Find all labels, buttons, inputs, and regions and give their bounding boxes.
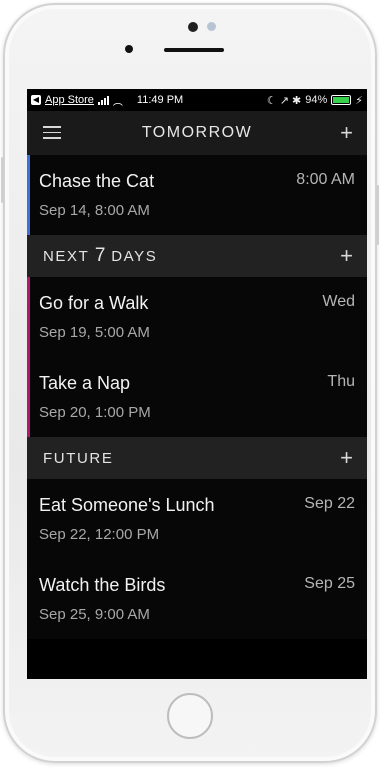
add-future-button[interactable]: + [340, 447, 353, 469]
back-arrow-icon: ◀ [31, 95, 41, 105]
status-time: 11:49 PM [136, 94, 184, 106]
page-title: TOMORROW [141, 124, 253, 141]
list-item[interactable]: Eat Someone's Lunch Sep 22, 12:00 PM Sep… [27, 479, 367, 559]
item-date: Sep 22, 12:00 PM [39, 526, 160, 543]
section-header-next-7-days: NEXT 7 DAYS + [27, 235, 367, 277]
app-screen: ◀ App Store ︵ 11:49 PM ☾ ↗ ✱ 94% ⚡ TOMOR… [27, 89, 367, 679]
list-item[interactable]: Take a Nap Sep 20, 1:00 PM Thu [27, 357, 367, 437]
status-left[interactable]: ◀ App Store ︵ [31, 93, 123, 108]
volume-button [1, 157, 4, 203]
list-item[interactable]: Watch the Birds Sep 25, 9:00 AM Sep 25 [27, 559, 367, 639]
item-day: Thu [327, 373, 355, 390]
header-bar: TOMORROW + [27, 111, 367, 155]
back-to-app-link[interactable]: App Store [45, 94, 94, 106]
home-button[interactable] [167, 693, 213, 739]
sensor-dot [188, 22, 198, 32]
list-item[interactable]: Go for a Walk Sep 19, 5:00 AM Wed [27, 277, 367, 357]
status-bar: ◀ App Store ︵ 11:49 PM ☾ ↗ ✱ 94% ⚡ [27, 89, 367, 111]
add-next-7-days-button[interactable]: + [340, 245, 353, 267]
signal-icon [97, 95, 109, 105]
battery-percent: 94% [305, 94, 328, 106]
status-right: ☾ ↗ ✱ 94% ⚡ [267, 94, 363, 107]
item-date: Sep 25, 9:00 AM [39, 606, 150, 623]
battery-icon [331, 95, 352, 105]
item-date: Sep 19, 5:00 AM [39, 324, 150, 341]
sensor-dot-light [207, 22, 216, 31]
charging-icon: ⚡ [355, 94, 363, 107]
item-date: Sep 20, 1:00 PM [39, 404, 151, 421]
wifi-icon: ︵ [112, 96, 123, 108]
section-label: FUTURE [43, 449, 114, 467]
item-day: Sep 25 [304, 575, 355, 592]
status-icons: ☾ ↗ ✱ [266, 94, 302, 107]
item-title: Go for a Walk [39, 293, 149, 313]
power-button [376, 185, 379, 245]
list-item[interactable]: Chase the Cat Sep 14, 8:00 AM 8:00 AM [27, 155, 367, 235]
item-date: Sep 14, 8:00 AM [39, 202, 150, 219]
add-tomorrow-button[interactable]: + [340, 122, 353, 144]
item-day: Wed [322, 293, 355, 310]
front-camera [125, 45, 133, 53]
item-day: Sep 22 [304, 495, 355, 512]
earpiece-speaker [164, 48, 224, 52]
section-header-future: FUTURE + [27, 437, 367, 479]
section-label: NEXT 7 DAYS [43, 245, 158, 266]
item-title: Take a Nap [39, 373, 131, 393]
item-time: 8:00 AM [296, 171, 355, 188]
